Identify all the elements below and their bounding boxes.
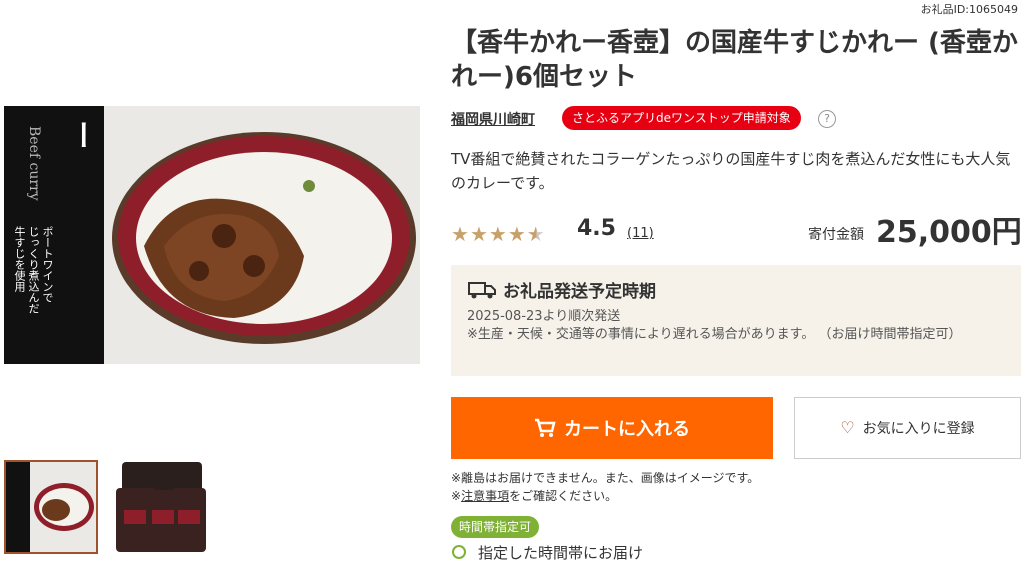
curry-bowl-illustration	[104, 106, 420, 364]
time-slot-text: 指定した時間帯にお届け	[478, 544, 644, 562]
image-subtitle-2: じっくり煮込んだ	[27, 226, 40, 314]
donation-label: 寄付金額	[808, 227, 864, 243]
product-title: 【香牛かれー香壺】の国産牛すじかれー (香壺かれー)6個セット	[451, 28, 1018, 92]
half-star-icon: ★	[526, 222, 546, 246]
add-to-cart-label: カートに入れる	[564, 419, 690, 439]
star-icon: ★	[488, 222, 508, 246]
star-icon: ★	[507, 222, 527, 246]
rating-stars: ★★★★★	[451, 222, 546, 246]
rating-value: 4.5	[577, 216, 616, 241]
clock-icon	[452, 545, 466, 559]
add-to-favorites-label: お気に入りに登録	[862, 420, 975, 436]
caution-suffix: をご確認ください。	[509, 489, 618, 503]
cart-icon	[535, 418, 556, 437]
thumbnail-1[interactable]	[4, 460, 98, 554]
region-link[interactable]: 福岡県川崎町	[451, 109, 535, 129]
gift-id: お礼品ID:1065049	[920, 3, 1018, 16]
caution-note: ※注意事項をご確認ください。	[451, 487, 617, 504]
caution-link[interactable]: 注意事項	[461, 489, 509, 503]
shipping-info-box: お礼品発送予定時期 2025-08-23より順次発送 ※生産・天候・交通等の事情…	[451, 265, 1021, 376]
add-to-cart-button[interactable]: カートに入れる	[451, 397, 773, 459]
thumbnail-1-image	[6, 462, 96, 552]
app-onestop-badge: さとふるアプリdeワンストップ申請対象	[562, 106, 801, 130]
shipping-note: ※生産・天候・交通等の事情により遅れる場合があります。 （お届け時間帯指定可）	[467, 327, 962, 342]
truck-icon	[468, 282, 496, 299]
caution-prefix: ※	[451, 489, 462, 503]
star-icon: ★	[469, 222, 489, 246]
thumbnail-2[interactable]	[114, 460, 208, 554]
review-count-link[interactable]: (11)	[627, 226, 654, 241]
image-english-text: Beef curry	[26, 126, 42, 201]
star-icon: ★	[451, 222, 470, 246]
time-slot-badge: 時間帯指定可	[451, 516, 540, 538]
product-main-image[interactable]: 国産牛すじカレー Beef curry ポートワインで じっくり煮込んだ 牛すじ…	[4, 106, 420, 364]
shipping-title: お礼品発送予定時期	[503, 282, 656, 302]
island-note: ※離島はお届けできません。また、画像はイメージです。	[451, 471, 760, 485]
image-subtitle-3: 牛すじを使用	[13, 226, 26, 292]
image-subtitle-1: ポートワインで	[41, 226, 54, 303]
thumbnail-2-image	[114, 460, 208, 554]
shipping-date: 2025-08-23より順次発送	[467, 309, 621, 324]
product-description: TV番組で絶賛されたコラーゲンたっぷりの国産牛すじ肉を煮込んだ女性にも大人気のカ…	[451, 150, 1011, 192]
donation-amount: 25,000円	[876, 215, 1022, 250]
add-to-favorites-button[interactable]: ♡ お気に入りに登録	[794, 397, 1021, 459]
heart-icon: ♡	[840, 420, 855, 437]
help-icon[interactable]: ?	[818, 110, 836, 128]
